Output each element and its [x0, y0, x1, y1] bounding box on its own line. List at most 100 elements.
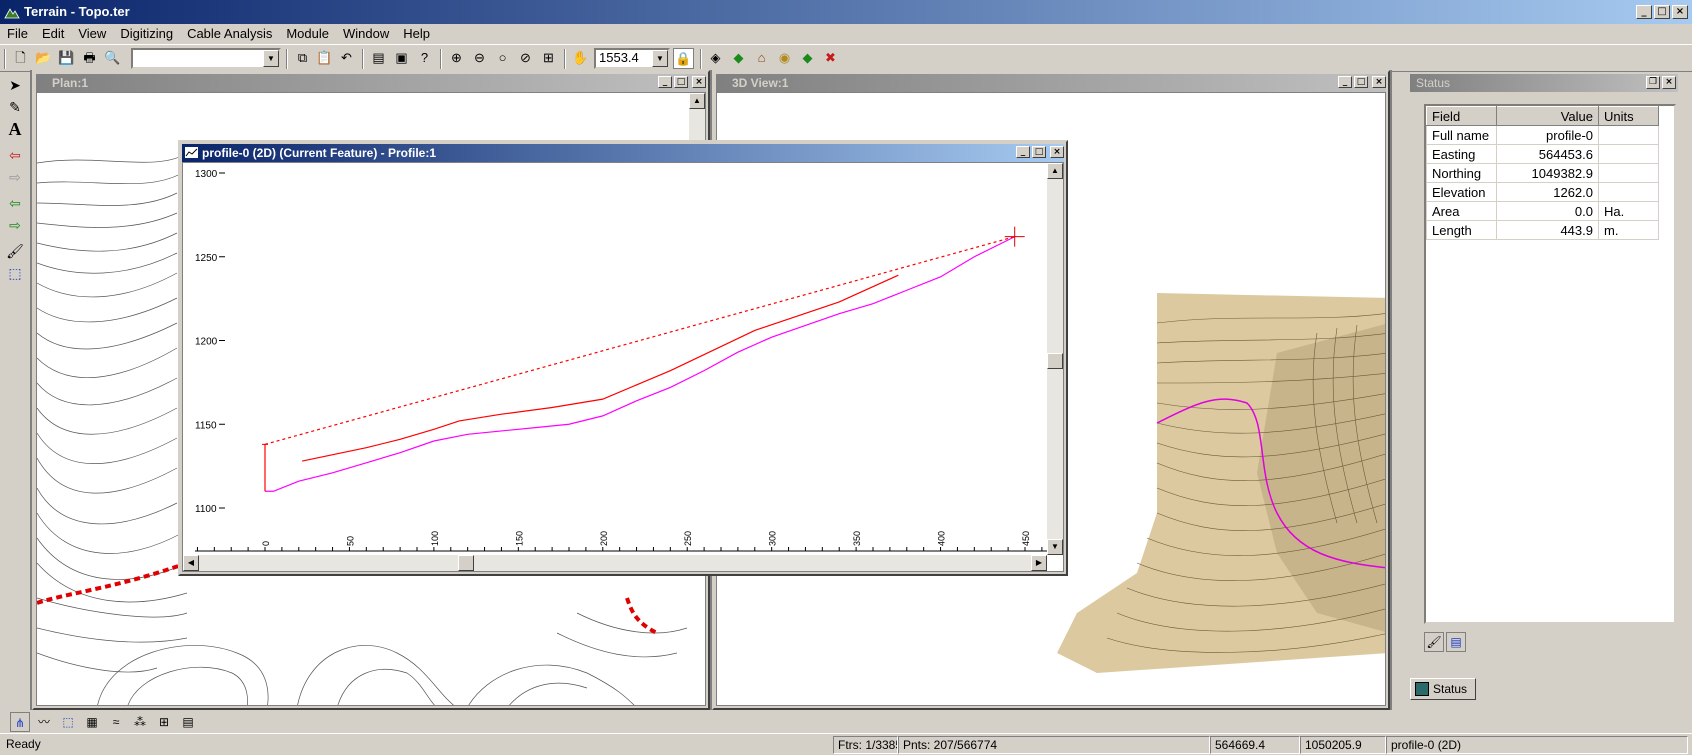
status-table: Field Value Units Full name profile-0 Eas…: [1426, 106, 1659, 240]
profile-vertical-scrollbar[interactable]: ▲ ▼: [1047, 163, 1063, 555]
close-button[interactable]: ×: [1372, 76, 1386, 88]
select-arrow-icon[interactable]: ➤: [4, 74, 26, 96]
pan-icon[interactable]: ✋: [570, 48, 591, 69]
next-feature-icon[interactable]: ⇨: [4, 214, 26, 236]
brush-icon[interactable]: 🖌: [1424, 632, 1444, 652]
close-button[interactable]: ×: [1662, 76, 1676, 89]
status-bar: Ready Ftrs: 1/3385 Pnts: 207/566774 5646…: [0, 733, 1692, 755]
x-tick-label: 400: [937, 531, 947, 546]
table-icon[interactable]: ⊞: [154, 712, 174, 732]
text-tool-icon[interactable]: A: [4, 118, 26, 140]
zoom-scale-combo[interactable]: 1553.4 ▼: [594, 48, 670, 69]
minimize-button[interactable]: _: [658, 76, 672, 88]
lock-icon[interactable]: 🔒: [673, 48, 694, 69]
minimize-button[interactable]: _: [1338, 76, 1352, 88]
module-icon-6[interactable]: ✖: [820, 48, 841, 69]
profile-chart: 1100 1150 1200 1250 1300 0 50 100 150 200 250 300 35…: [195, 169, 1049, 552]
points-icon[interactable]: ⁂: [130, 712, 150, 732]
profile-series-2: [302, 274, 899, 462]
undo-icon[interactable]: ↶: [336, 48, 357, 69]
print-icon[interactable]: 🖶: [79, 48, 100, 69]
edit-properties-icon[interactable]: ▤: [1446, 632, 1466, 652]
layer-combo[interactable]: ▼: [131, 48, 281, 69]
help-icon[interactable]: ?: [414, 48, 435, 69]
menu-file[interactable]: File: [0, 24, 35, 43]
scroll-thumb[interactable]: [458, 555, 474, 571]
module-icon-2[interactable]: ◆: [728, 48, 749, 69]
chevron-down-icon[interactable]: ▼: [652, 50, 668, 67]
profile-window[interactable]: profile-0 (2D) (Current Feature) - Profi…: [178, 140, 1068, 576]
tab-status[interactable]: Status: [1410, 678, 1476, 700]
module-icon-4[interactable]: ◉: [774, 48, 795, 69]
properties-icon[interactable]: ▤: [368, 48, 389, 69]
zoom-in-icon[interactable]: ⊕: [446, 48, 467, 69]
profile-chart-area[interactable]: 1100 1150 1200 1250 1300 0 50 100 150 200 250 300 35…: [182, 162, 1064, 572]
menu-cable-analysis[interactable]: Cable Analysis: [180, 24, 279, 43]
maximize-button[interactable]: □: [1032, 146, 1046, 158]
current-feature: profile-0 (2D): [1386, 736, 1688, 754]
print-preview-icon[interactable]: 🔍: [102, 48, 123, 69]
menu-view[interactable]: View: [71, 24, 113, 43]
open-folder-icon[interactable]: 📂: [33, 48, 54, 69]
menu-help[interactable]: Help: [396, 24, 437, 43]
column-header-units[interactable]: Units: [1598, 106, 1659, 126]
close-button[interactable]: ×: [692, 76, 706, 88]
x-tick-label: 150: [514, 531, 524, 546]
maximize-button[interactable]: □: [674, 76, 688, 88]
restore-button[interactable]: ❐: [1646, 76, 1660, 89]
previous-feature-icon[interactable]: ⇦: [4, 192, 26, 214]
zoom-extents-icon[interactable]: ⊘: [515, 48, 536, 69]
minimize-button[interactable]: _: [1016, 146, 1030, 158]
chevron-down-icon[interactable]: ▼: [263, 50, 279, 67]
column-header-field[interactable]: Field: [1426, 106, 1497, 126]
ready-text: Ready: [6, 737, 41, 751]
maximize-button[interactable]: □: [1354, 76, 1368, 88]
delete-point-icon[interactable]: ⇨: [4, 166, 26, 188]
module-icon-1[interactable]: ◈: [705, 48, 726, 69]
report-icon[interactable]: ▤: [178, 712, 198, 732]
menu-window[interactable]: Window: [336, 24, 396, 43]
minimize-button[interactable]: _: [1636, 5, 1652, 19]
brush-icon[interactable]: 🖌: [4, 240, 26, 262]
pencil-icon[interactable]: ✎: [4, 96, 26, 118]
contour-icon[interactable]: ≈: [106, 712, 126, 732]
close-button[interactable]: ×: [1050, 146, 1064, 158]
zoom-out-icon[interactable]: ⊖: [469, 48, 490, 69]
menu-digitizing[interactable]: Digitizing: [113, 24, 180, 43]
module-icon-5[interactable]: ◆: [797, 48, 818, 69]
column-header-value[interactable]: Value: [1496, 106, 1599, 126]
close-button[interactable]: ×: [1672, 5, 1688, 19]
menu-edit[interactable]: Edit: [35, 24, 71, 43]
insert-point-icon[interactable]: ⇦: [4, 144, 26, 166]
scroll-up-icon[interactable]: ▲: [689, 93, 705, 109]
scroll-thumb[interactable]: [1047, 353, 1063, 369]
left-tool-palette: ➤ ✎ A ⇦ ⇨ ⇦ ⇨ 🖌 ⬚: [2, 74, 28, 710]
3d-view-icon[interactable]: ⬚: [58, 712, 78, 732]
table-row: Easting 564453.6: [1426, 144, 1659, 164]
y-tick-label: 1150: [195, 420, 217, 431]
y-tick-label: 1100: [195, 504, 217, 515]
scroll-right-icon[interactable]: ▶: [1031, 555, 1047, 571]
copy-icon[interactable]: ⧉: [292, 48, 313, 69]
profile-view-icon[interactable]: 〰: [34, 712, 54, 732]
points-count: Pnts: 207/566774: [898, 736, 1210, 754]
paste-icon[interactable]: 📋: [314, 48, 335, 69]
scroll-down-icon[interactable]: ▼: [1047, 539, 1063, 555]
plan-view-icon[interactable]: ⋔: [10, 712, 30, 732]
zoom-window-icon[interactable]: ⊞: [538, 48, 559, 69]
grid-view-icon[interactable]: ▦: [82, 712, 102, 732]
zoom-icon[interactable]: ○: [492, 48, 513, 69]
window-icon[interactable]: ▣: [391, 48, 412, 69]
module-icon-3[interactable]: ⌂: [751, 48, 772, 69]
save-icon[interactable]: 💾: [56, 48, 77, 69]
scroll-up-icon[interactable]: ▲: [1047, 163, 1063, 179]
x-tick-label: 100: [430, 531, 440, 546]
scroll-left-icon[interactable]: ◀: [183, 555, 199, 571]
cube-icon[interactable]: ⬚: [4, 262, 26, 284]
profile-horizontal-scrollbar[interactable]: ◀ ▶: [183, 555, 1047, 571]
menu-module[interactable]: Module: [279, 24, 336, 43]
x-tick-label: 0: [261, 541, 271, 546]
x-tick-label: 250: [683, 531, 693, 546]
maximize-button[interactable]: □: [1654, 5, 1670, 19]
new-file-icon[interactable]: 🗋: [10, 48, 31, 69]
